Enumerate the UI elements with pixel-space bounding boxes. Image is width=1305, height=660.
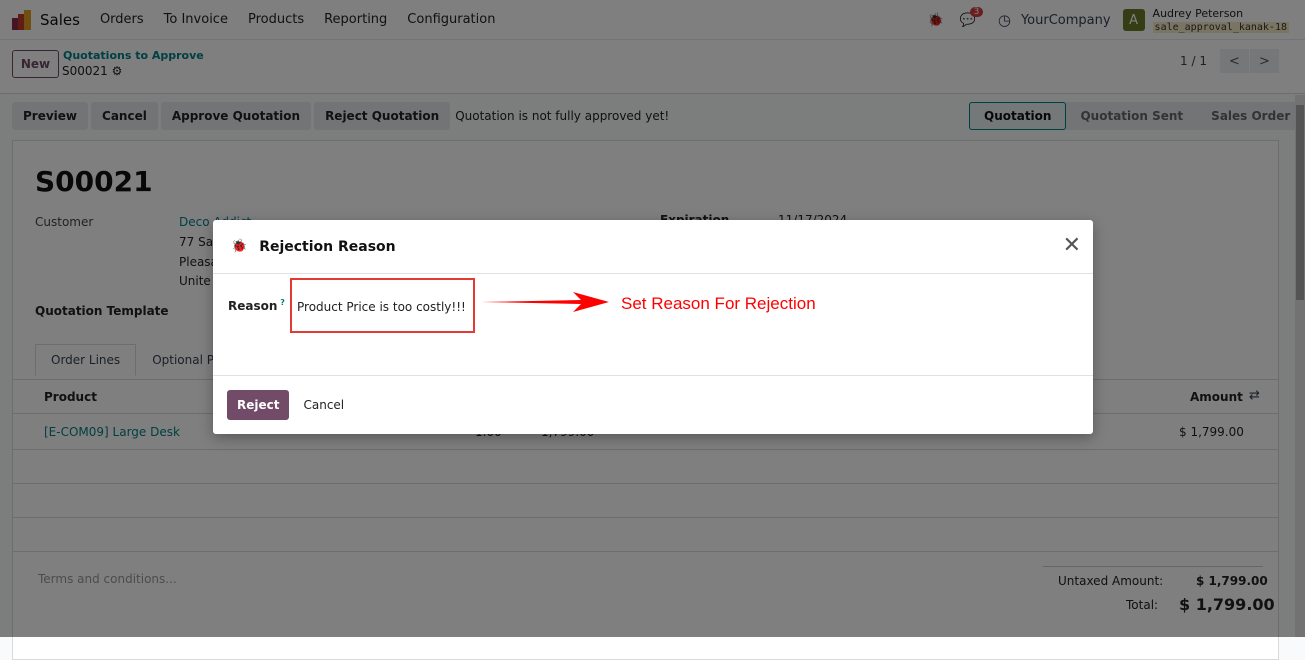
close-icon[interactable]: ✕ <box>1063 234 1081 258</box>
reason-input[interactable]: Product Price is too costly!!! <box>290 278 475 333</box>
annotation-arrow-icon <box>481 292 609 312</box>
reject-button[interactable]: Reject <box>227 390 290 420</box>
cancel-button[interactable]: Cancel <box>303 398 344 412</box>
rejection-reason-dialog: 🐞 Rejection Reason ✕ Reason ? Product Pr… <box>213 220 1093 434</box>
dialog-title: Rejection Reason <box>259 238 396 255</box>
bug-icon: 🐞 <box>231 239 248 254</box>
reason-label: Reason ? <box>228 298 285 313</box>
annotation-text: Set Reason For Rejection <box>621 294 816 313</box>
